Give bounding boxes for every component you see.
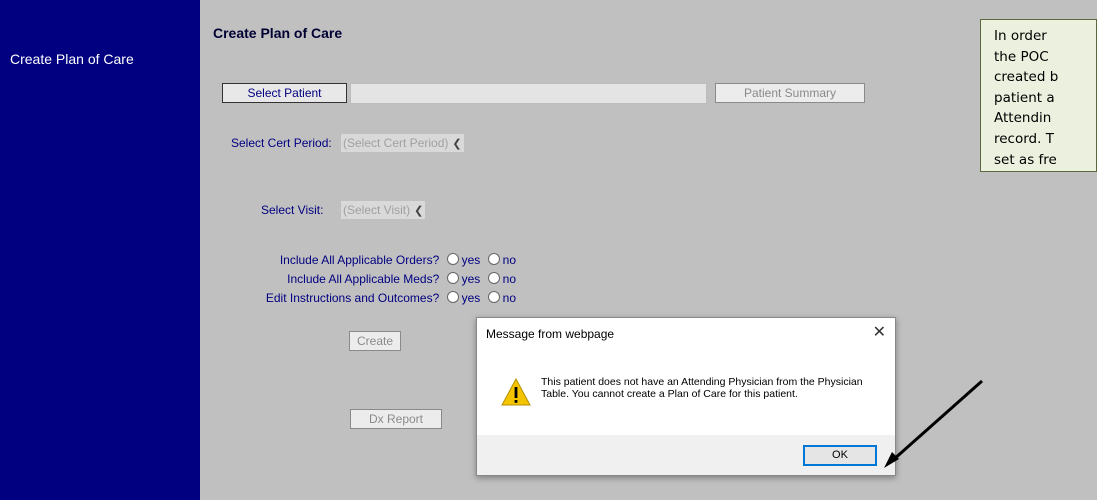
message-dialog: Message from webpage ✕ This patient does… [476,317,896,476]
visit-label: Select Visit: [261,203,324,217]
orders-yes-label: yes [461,253,481,267]
callout-line: the POC [994,48,1049,65]
instructions-no-radio[interactable] [487,291,500,303]
meds-no-label: no [502,272,516,286]
page-title: Create Plan of Care [213,25,343,41]
meds-no-radio[interactable] [487,272,500,284]
select-patient-button[interactable]: Select Patient [222,83,347,103]
patient-summary-button[interactable]: Patient Summary [715,83,865,103]
cert-period-label: Select Cert Period: [231,136,332,150]
callout-line: created b [994,69,1059,86]
chevron-down-icon: ❮ [414,205,424,217]
chevron-down-icon: ❮ [452,138,462,150]
callout-line: record. T [994,130,1054,147]
meds-yes-label: yes [461,272,481,286]
create-button[interactable]: Create [349,331,401,351]
callout-line: In order [994,28,1047,44]
question-label-meds: Include All Applicable Meds? [287,272,440,286]
instructions-yes-radio[interactable] [446,291,459,303]
close-icon[interactable]: ✕ [873,322,886,342]
callout-line: set as fre [994,151,1057,168]
orders-no-radio[interactable] [487,253,500,265]
dialog-message: This patient does not have an Attending … [541,376,863,400]
question-label-orders: Include All Applicable Orders? [279,253,440,267]
callout-text: In order the POC created b patient a Attendi… [994,26,1096,171]
callout-line: patient a [994,89,1055,106]
callout-line: from the [994,170,1096,171]
instructions-yes-label: yes [461,291,481,305]
patient-name-field[interactable] [350,83,707,104]
orders-yes-radio[interactable] [446,253,459,265]
ok-button[interactable]: OK [803,445,877,466]
sidebar: Create Plan of Care [0,0,200,500]
meds-yes-radio[interactable] [446,272,459,284]
cert-period-value: (Select Cert Period) [343,136,449,150]
cert-period-select[interactable]: (Select Cert Period) ❮ [341,134,464,152]
callout-line: Attendin [994,110,1052,127]
dialog-title: Message from webpage [486,327,615,341]
orders-no-label: no [502,253,516,267]
instructions-no-label: no [502,291,516,305]
visit-value: (Select Visit) [343,203,411,217]
question-label-instructions: Edit Instructions and Outcomes? [265,291,440,305]
dialog-footer: OK [477,435,895,475]
dx-report-button[interactable]: Dx Report [350,409,442,429]
visit-select[interactable]: (Select Visit) ❮ [341,201,426,219]
warning-icon [501,378,531,406]
sidebar-item-create-plan-of-care[interactable]: Create Plan of Care [10,51,134,67]
annotation-callout: In order the POC created b patient a Attendi… [980,19,1097,172]
